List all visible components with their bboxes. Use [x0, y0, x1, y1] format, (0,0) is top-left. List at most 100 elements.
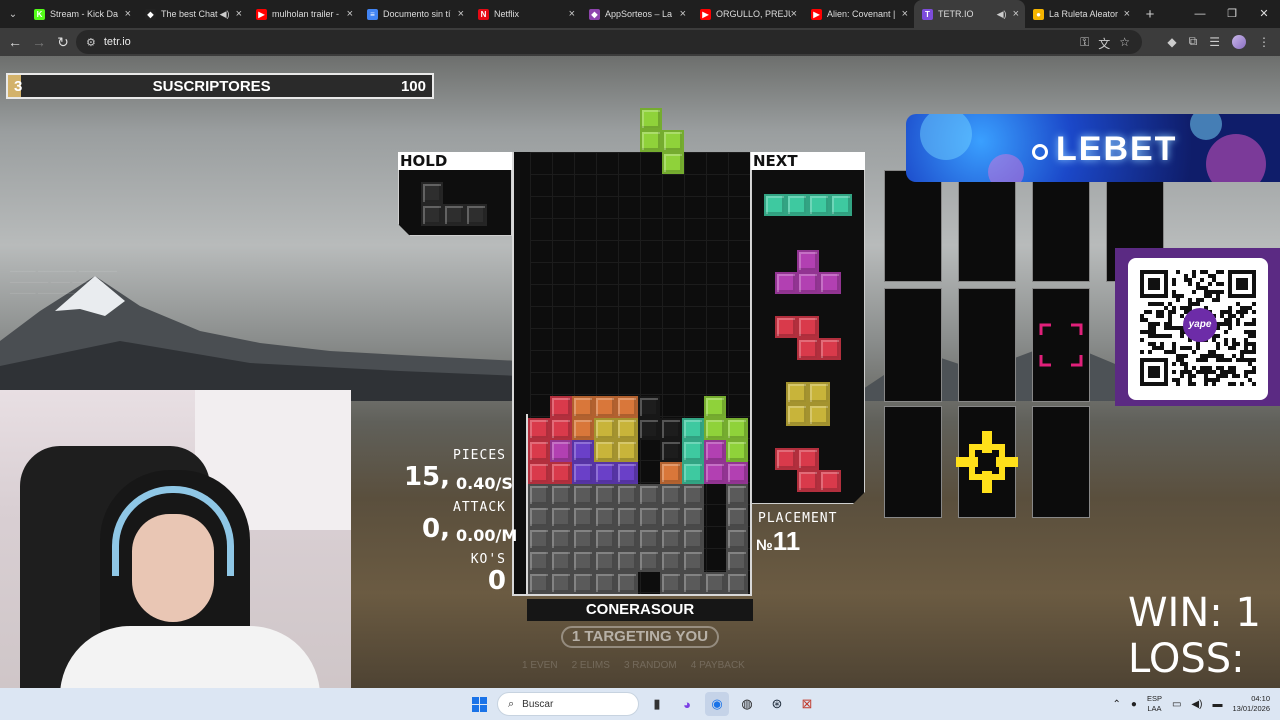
subscriber-label: SUSCRIPTORES [152, 77, 271, 95]
garbage-mino [638, 528, 660, 550]
translate-icon[interactable]: 文 [1098, 35, 1110, 52]
targeting-strategies: 1 EVEN 2 ELIMS 3 RANDOM 4 PAYBACK [522, 660, 745, 671]
windows-taskbar: ⌕ Buscar ▮ ◕ ◉ ◍ ⊛ ⊠ ⌃ ● ESP LAA ▭ ◀) ▬ 04… [0, 688, 1280, 720]
password-key-icon[interactable]: ⚿ [1080, 35, 1089, 52]
forward-icon[interactable]: → [27, 34, 51, 50]
clock[interactable]: 04:10 13/01/2026 [1232, 694, 1270, 714]
tab-title: mulholan trailer - [272, 9, 340, 19]
garbage-mino [528, 550, 550, 572]
battery-icon[interactable]: ▬ [1212, 699, 1222, 710]
chrome-icon[interactable]: ◉ [705, 692, 729, 716]
menu-dots-icon[interactable]: ⋮ [1258, 35, 1270, 49]
browser-tab[interactable]: ◆ The best Chat ◀) × [137, 0, 248, 28]
strategy-payback[interactable]: 4 PAYBACK [691, 660, 745, 671]
tray-chevron-icon[interactable]: ⌃ [1113, 699, 1121, 710]
board-mino [726, 440, 748, 462]
tab-close-icon[interactable]: × [569, 8, 575, 20]
language-indicator[interactable]: ESP LAA [1147, 694, 1162, 714]
tab-title: Stream - Kick Da [50, 9, 119, 19]
board-mino [528, 462, 550, 484]
mic-icon[interactable]: ● [1131, 699, 1137, 710]
garbage-mino [704, 572, 726, 594]
opponent-board [884, 406, 942, 518]
browser-tab[interactable]: ▶ Alien: Covenant | × [803, 0, 914, 28]
next-piece-mino [830, 194, 852, 216]
browser-tab[interactable]: ◆ AppSorteos – La × [581, 0, 692, 28]
browser-tab[interactable]: ● La Ruleta Aleator × [1025, 0, 1136, 28]
board-mino [638, 418, 660, 440]
strategy-random[interactable]: 3 RANDOM [624, 660, 677, 671]
task-view-icon[interactable]: ▮ [645, 692, 669, 716]
browser-tab[interactable]: N Netflix × [470, 0, 581, 28]
garbage-mino [638, 550, 660, 572]
garbage-mino [550, 528, 572, 550]
browser-tab[interactable]: T TETR.IO ◀) × [914, 0, 1025, 28]
app-icon[interactable]: ⊠ [795, 692, 819, 716]
restore-icon[interactable]: ❐ [1216, 0, 1248, 28]
board-mino [616, 440, 638, 462]
board-mino [704, 462, 726, 484]
browser-tab[interactable]: K Stream - Kick Da × [26, 0, 137, 28]
opponent-board [884, 170, 942, 282]
tab-close-icon[interactable]: × [1124, 8, 1130, 20]
discord-icon[interactable]: ◕ [675, 692, 699, 716]
minimize-icon[interactable]: — [1184, 0, 1216, 28]
board-mino [616, 396, 638, 418]
browser-tab[interactable]: ≡ Documento sin tí × [359, 0, 470, 28]
garbage-mino [550, 484, 572, 506]
tab-close-icon[interactable]: × [125, 8, 131, 20]
site-info-icon[interactable]: ⚙ [86, 36, 96, 49]
extensions-puzzle-icon[interactable]: ⧉ [1189, 34, 1198, 49]
tab-close-icon[interactable]: × [791, 8, 797, 20]
steam-icon[interactable]: ⊛ [765, 692, 789, 716]
browser-tab[interactable]: ▶ mulholan trailer - × [248, 0, 359, 28]
opponent-board [1032, 406, 1090, 518]
media-icon[interactable]: ☰ [1209, 35, 1220, 49]
tab-close-icon[interactable]: × [347, 8, 353, 20]
targeting-indicator: 1 TARGETING YOU [561, 626, 719, 648]
bookmark-star-icon[interactable]: ☆ [1119, 35, 1130, 52]
tab-audio-icon[interactable]: ◀) [997, 9, 1007, 20]
board-mino [594, 462, 616, 484]
volume-icon[interactable]: ◀) [1191, 699, 1202, 710]
reload-icon[interactable]: ↻ [51, 34, 75, 51]
taskbar-search[interactable]: ⌕ Buscar [497, 692, 639, 716]
tab-audio-icon[interactable]: ◀) [220, 9, 230, 20]
garbage-mino [616, 572, 638, 594]
strategy-elims[interactable]: 2 ELIMS [572, 660, 610, 671]
tab-title: ORGULLO, PREJU [716, 9, 791, 19]
tab-search-icon[interactable]: ⌄ [0, 0, 26, 28]
falling-piece-mino [662, 130, 684, 152]
loss-count: LOSS: 0 [1128, 636, 1245, 688]
strategy-even[interactable]: 1 EVEN [522, 660, 558, 671]
garbage-mino [660, 506, 682, 528]
obs-icon[interactable]: ◍ [735, 692, 759, 716]
address-bar[interactable]: ⚙ tetr.io ⚿ 文 ☆ [76, 30, 1142, 54]
tab-close-icon[interactable]: × [1013, 8, 1019, 20]
tab-favicon-icon: ▶ [700, 8, 711, 20]
board-mino [660, 418, 682, 440]
garbage-mino [616, 506, 638, 528]
placement-number: 11 [772, 526, 801, 556]
network-icon[interactable]: ▭ [1172, 699, 1181, 710]
extension-diamond-icon[interactable]: ◆ [1167, 35, 1176, 49]
tab-close-icon[interactable]: × [236, 8, 242, 20]
garbage-meter [514, 414, 528, 594]
browser-tab[interactable]: ▶ ORGULLO, PREJU × [692, 0, 803, 28]
back-icon[interactable]: ← [3, 34, 27, 50]
next-piece-mino [797, 338, 819, 360]
profile-avatar[interactable] [1232, 34, 1246, 49]
tab-close-icon[interactable]: × [458, 8, 464, 20]
tab-title: TETR.IO [938, 9, 974, 19]
new-tab-button[interactable]: + [1136, 6, 1164, 23]
start-button[interactable] [467, 692, 491, 716]
tab-favicon-icon: ● [1033, 8, 1044, 20]
garbage-mino [572, 550, 594, 572]
close-window-icon[interactable]: ✕ [1248, 0, 1280, 28]
next-piece-mino [775, 448, 797, 470]
tab-close-icon[interactable]: × [680, 8, 686, 20]
window-controls: — ❐ ✕ [1184, 0, 1280, 28]
tab-close-icon[interactable]: × [902, 8, 908, 20]
tab-favicon-icon: ▶ [811, 8, 822, 20]
garbage-mino [638, 506, 660, 528]
